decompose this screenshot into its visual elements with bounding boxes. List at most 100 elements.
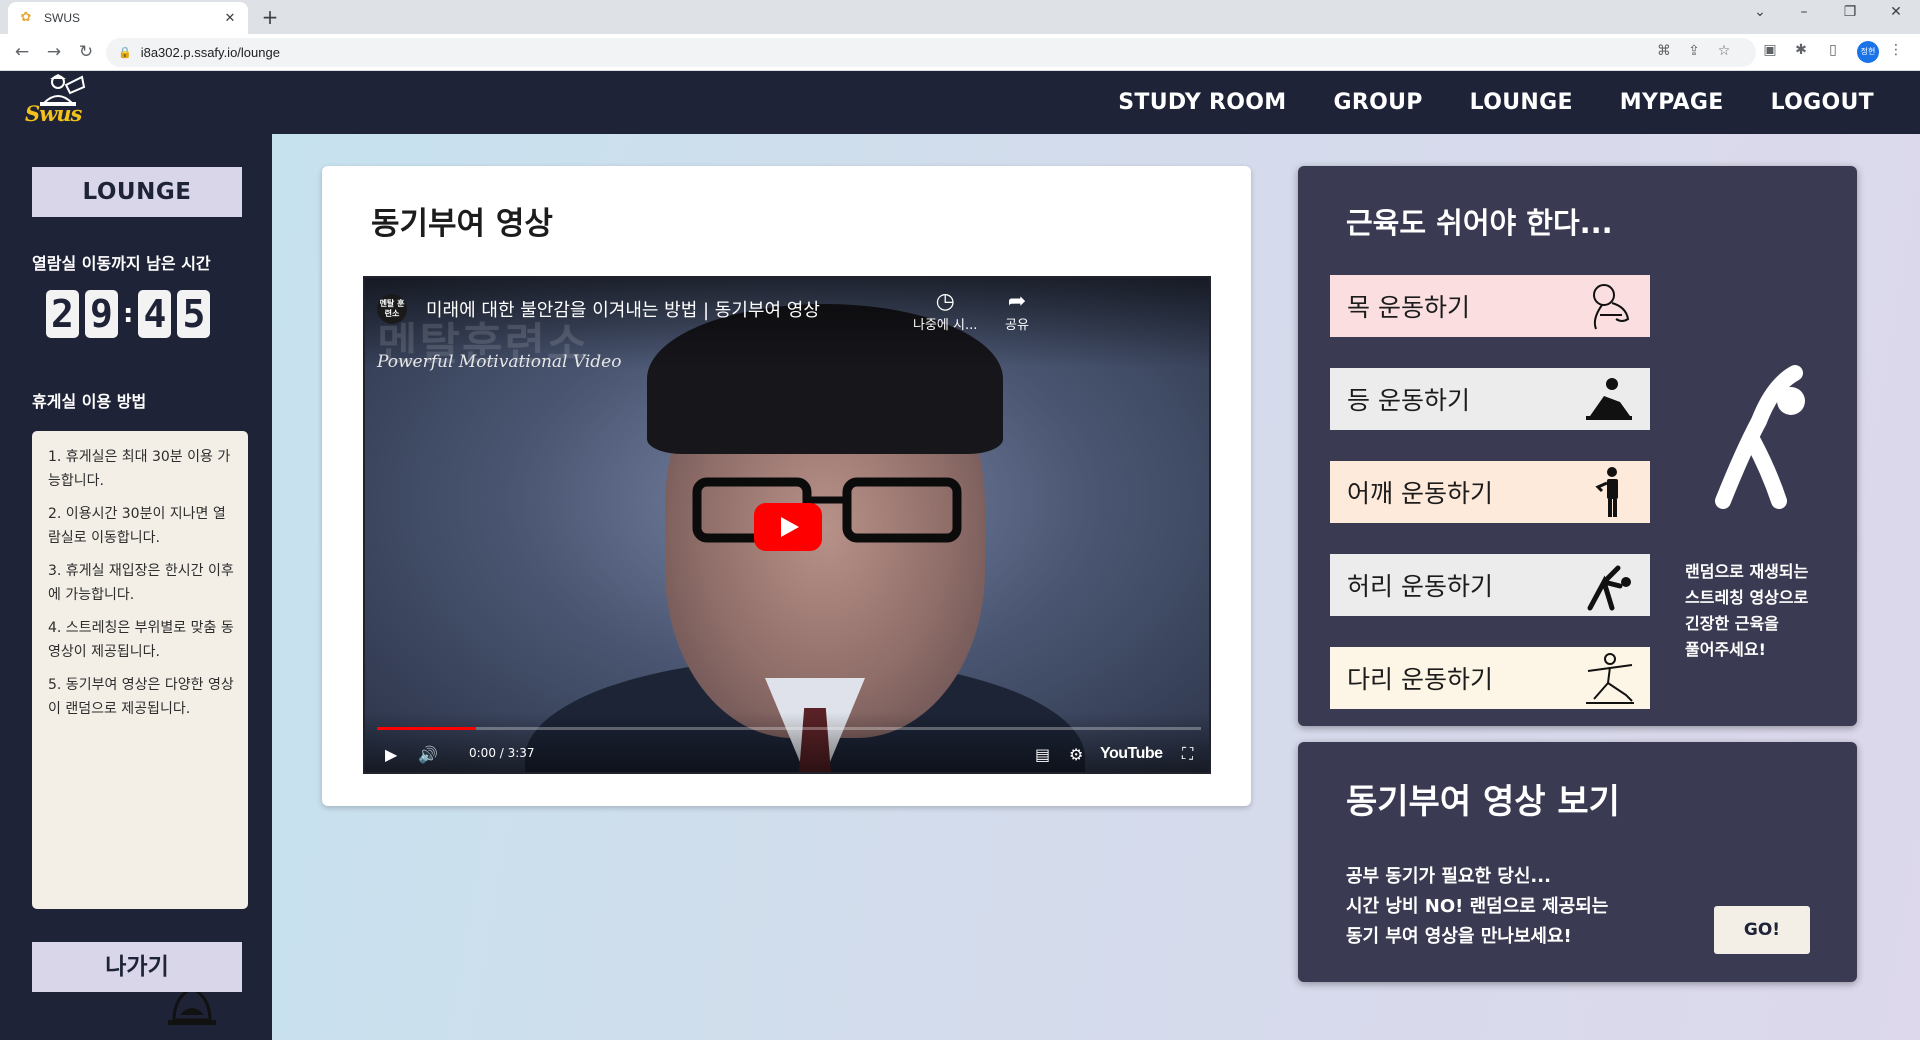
reload-icon[interactable]: ↻ xyxy=(74,42,98,62)
main-content: 동기부여 영상 멘탈훈련소 멘탈 훈련소 미래에 대한 불안감을 이겨내는 방법… xyxy=(272,134,1920,1040)
progress-fill xyxy=(377,727,476,730)
nav-logout[interactable]: LOGOUT xyxy=(1771,90,1874,115)
shoulder-stretch-button[interactable]: 어깨 운동하기 xyxy=(1330,461,1650,523)
video-title[interactable]: 미래에 대한 불안감을 이겨내는 방법 | 동기부여 영상 xyxy=(426,296,820,322)
clock-icon: ◷ xyxy=(935,289,955,314)
guide-label: 휴게실 이용 방법 xyxy=(32,392,147,411)
back-stretch-button[interactable]: 등 운동하기 xyxy=(1330,368,1650,430)
timer-digit: 9 xyxy=(85,290,118,338)
tab-title: SWUS xyxy=(44,11,80,25)
go-button[interactable]: GO! xyxy=(1714,906,1810,954)
stretching-description: 랜덤으로 재생되는 스트레칭 영상으로 긴장한 근육을 풀어주세요! xyxy=(1685,559,1808,663)
bookmark-star-icon[interactable]: ☆ xyxy=(1714,43,1734,59)
guide-item: 5. 동기부여 영상은 다양한 영상이 랜덤으로 제공됩니다. xyxy=(48,677,234,717)
main-nav: STUDY ROOM GROUP LOUNGE MYPAGE LOGOUT xyxy=(1118,71,1874,134)
exit-button[interactable]: 나가기 xyxy=(32,942,242,992)
translate-icon[interactable]: ⌘ xyxy=(1654,43,1674,59)
volume-icon[interactable]: 🔊 xyxy=(418,745,438,764)
youtube-logo[interactable]: YouTube xyxy=(1100,745,1163,763)
tab-search-icon[interactable]: ⌄ xyxy=(1740,4,1780,20)
nav-study-room[interactable]: STUDY ROOM xyxy=(1118,90,1286,115)
back-stretch-icon xyxy=(1586,378,1632,420)
new-tab-icon[interactable]: + xyxy=(258,5,282,29)
guide-item: 1. 휴게실은 최대 30분 이용 가능합니다. xyxy=(48,449,231,489)
share-page-icon[interactable]: ⇪ xyxy=(1684,43,1704,59)
swus-logo[interactable]: Swus xyxy=(22,73,94,131)
leg-stretch-icon xyxy=(1586,653,1634,704)
stretch-button-label: 다리 운동하기 xyxy=(1347,665,1493,694)
profile-avatar[interactable]: 정현 xyxy=(1857,41,1879,63)
guide-box: 1. 휴게실은 최대 30분 이용 가능합니다. 2. 이용시간 30분이 지나… xyxy=(32,431,248,1025)
extension-icon[interactable]: ▣ xyxy=(1759,42,1781,58)
guide-item: 2. 이용시간 30분이 지나면 열람실로 이동합니다. xyxy=(48,506,226,546)
share-arrow-icon: ➦ xyxy=(1007,289,1027,314)
waist-stretch-button[interactable]: 허리 운동하기 xyxy=(1330,554,1650,616)
address-bar[interactable]: 🔒 i8a302.p.ssafy.io/lounge ⌘ ⇪ ☆ xyxy=(106,38,1756,67)
settings-gear-icon[interactable]: ⚙ xyxy=(1069,745,1083,764)
progress-bar[interactable] xyxy=(377,727,1201,730)
browser-tabbar: ✿ SWUS ✕ + ⌄ – ❐ ✕ xyxy=(0,0,1920,34)
channel-avatar[interactable]: 멘탈 훈련소 xyxy=(377,294,407,324)
logo-text: Swus xyxy=(25,101,82,126)
watch-later-label: 나중에 시... xyxy=(913,318,978,333)
browser-toolbar: ← → ↻ 🔒 i8a302.p.ssafy.io/lounge ⌘ ⇪ ☆ ▣… xyxy=(0,34,1920,71)
timer-digit: 4 xyxy=(138,290,172,338)
app-header: Swus STUDY ROOM GROUP LOUNGE MYPAGE LOGO… xyxy=(0,71,1920,134)
browser-tab[interactable]: ✿ SWUS ✕ xyxy=(8,2,248,34)
neck-stretch-button[interactable]: 목 운동하기 xyxy=(1330,275,1650,337)
timer-digit: 5 xyxy=(177,290,211,338)
more-menu-icon[interactable]: ⋮ xyxy=(1885,42,1907,58)
site-favicon-icon: ✿ xyxy=(20,10,32,25)
lounge-title-badge: LOUNGE xyxy=(32,167,242,217)
stretching-desc-line: 풀어주세요! xyxy=(1685,640,1766,659)
motivation-description: 공부 동기가 필요한 당신... 시간 낭비 NO! 랜덤으로 제공되는 동기 … xyxy=(1346,862,1608,952)
close-window-icon[interactable]: ✕ xyxy=(1876,4,1916,20)
timer-digit: 2 xyxy=(46,290,79,338)
play-small-icon[interactable]: ▶ xyxy=(385,745,397,764)
minimize-icon[interactable]: – xyxy=(1784,4,1824,20)
motivation-desc-line: 동기 부여 영상을 만나보세요! xyxy=(1346,926,1572,947)
stretch-button-label: 목 운동하기 xyxy=(1347,293,1470,322)
lock-icon: 🔒 xyxy=(118,46,132,59)
nav-lounge[interactable]: LOUNGE xyxy=(1470,90,1573,115)
motivation-card: 동기부여 영상 보기 공부 동기가 필요한 당신... 시간 낭비 NO! 랜덤… xyxy=(1298,742,1857,982)
stretch-button-label: 어깨 운동하기 xyxy=(1347,479,1493,508)
youtube-player[interactable]: 멘탈훈련소 멘탈 훈련소 미래에 대한 불안감을 이겨내는 방법 | 동기부여 … xyxy=(363,276,1211,774)
timer-colon: : xyxy=(123,299,134,329)
stretching-card: 근육도 쉬어야 한다... 목 운동하기 등 운동하기 어깨 운동하기 허리 운… xyxy=(1298,166,1857,726)
video-time: 0:00 / 3:37 xyxy=(469,746,535,760)
leg-stretch-button[interactable]: 다리 운동하기 xyxy=(1330,647,1650,709)
guide-item: 4. 스트레칭은 부위별로 맞춤 동영상이 제공됩니다. xyxy=(48,620,234,660)
motivation-desc-line: 공부 동기가 필요한 당신... xyxy=(1346,866,1551,887)
stretch-button-label: 허리 운동하기 xyxy=(1347,572,1493,601)
timer-label: 열람실 이동까지 남은 시간 xyxy=(32,254,211,273)
stretching-desc-line: 스트레칭 영상으로 xyxy=(1685,588,1809,607)
shoulder-stretch-icon xyxy=(1595,467,1618,517)
share-label: 공유 xyxy=(1005,318,1029,333)
nav-group[interactable]: GROUP xyxy=(1333,90,1422,115)
stretching-title: 근육도 쉬어야 한다... xyxy=(1346,206,1613,240)
close-tab-icon[interactable]: ✕ xyxy=(222,11,238,26)
back-icon[interactable]: ← xyxy=(10,42,34,62)
video-subtitle: Powerful Motivational Video xyxy=(377,352,622,372)
stretching-desc-line: 랜덤으로 재생되는 xyxy=(1685,562,1809,581)
url-text: i8a302.p.ssafy.io/lounge xyxy=(140,45,280,60)
nav-mypage[interactable]: MYPAGE xyxy=(1620,90,1724,115)
video-card-title: 동기부여 영상 xyxy=(371,206,553,242)
stretch-button-label: 등 운동하기 xyxy=(1347,386,1470,415)
extensions-puzzle-icon[interactable]: ✱ xyxy=(1790,42,1812,58)
stretching-person-icon xyxy=(1715,365,1805,509)
side-panel-icon[interactable]: ▯ xyxy=(1822,42,1844,58)
captions-icon[interactable]: ▤ xyxy=(1035,745,1050,764)
play-button[interactable] xyxy=(754,503,822,551)
motivation-desc-line: 시간 낭비 NO! 랜덤으로 제공되는 xyxy=(1346,896,1609,917)
motivation-title: 동기부여 영상 보기 xyxy=(1346,782,1620,822)
waist-stretch-icon xyxy=(1587,565,1631,611)
fullscreen-icon[interactable]: ⛶ xyxy=(1182,744,1193,764)
restore-icon[interactable]: ❐ xyxy=(1830,4,1870,20)
neck-stretch-icon xyxy=(1593,284,1630,330)
forward-icon[interactable]: → xyxy=(42,42,66,62)
guide-item: 3. 휴게실 재입장은 한시간 이후에 가능합니다. xyxy=(48,563,234,603)
share-button[interactable]: ➦ 공유 xyxy=(1005,289,1029,334)
watch-later-button[interactable]: ◷ 나중에 시... xyxy=(913,289,978,334)
